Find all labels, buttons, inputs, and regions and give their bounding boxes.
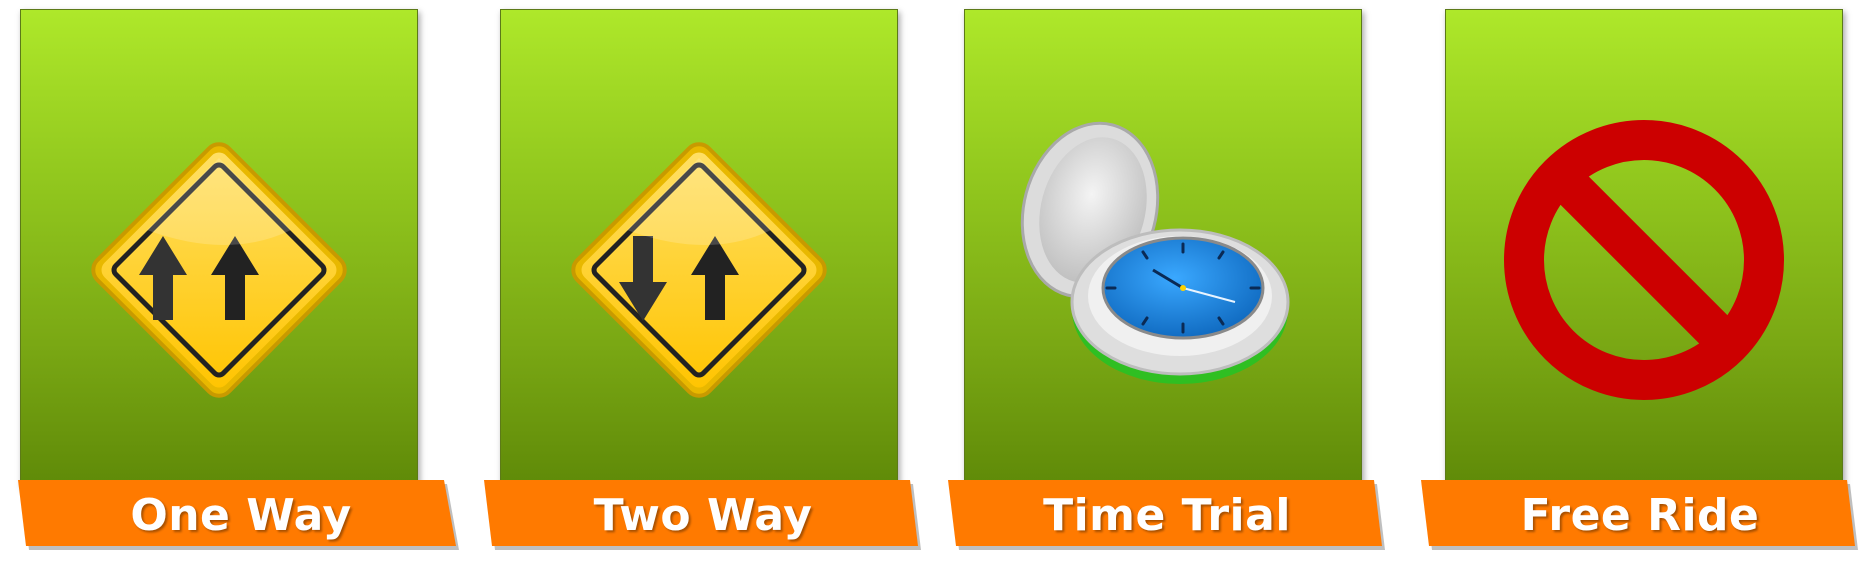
mode-panel-two-way[interactable] (500, 9, 898, 487)
no-entry-sign-icon (1484, 100, 1804, 420)
mode-panel-one-way[interactable] (20, 9, 418, 487)
two-way-road-sign-icon (539, 110, 859, 430)
mode-label-two-way: Two Way (593, 490, 813, 541)
mode-banner-time-trial[interactable]: Time Trial (944, 480, 1390, 552)
mode-card-time-trial[interactable]: Time Trial (948, 0, 1444, 562)
mode-banner-one-way[interactable]: One Way (18, 480, 464, 552)
mode-card-two-way[interactable]: Two Way (484, 0, 980, 562)
mode-card-free-ride[interactable]: Free Ride (1421, 0, 1860, 562)
mode-panel-time-trial[interactable] (964, 9, 1362, 487)
pocket-watch-icon (1005, 110, 1325, 430)
mode-banner-two-way[interactable]: Two Way (480, 480, 926, 552)
mode-card-one-way[interactable]: One Way (18, 0, 500, 562)
one-way-road-sign-icon (59, 110, 379, 430)
mode-banner-free-ride[interactable]: Free Ride (1417, 480, 1860, 552)
mode-label-one-way: One Way (130, 490, 352, 541)
mode-label-free-ride: Free Ride (1520, 490, 1760, 541)
mode-label-time-trial: Time Trial (1043, 490, 1291, 541)
game-mode-select: One Way Two Way Time Trial Free Ride (0, 0, 1860, 562)
mode-panel-free-ride[interactable] (1445, 9, 1843, 487)
